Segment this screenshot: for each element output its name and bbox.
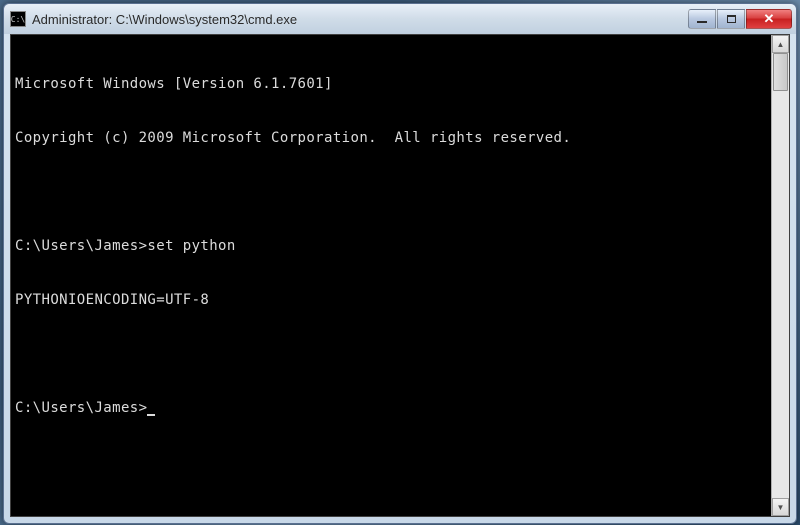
scroll-down-button[interactable]: ▼ <box>772 498 789 516</box>
cmd-icon: C:\ <box>10 11 26 27</box>
maximize-button[interactable] <box>717 9 745 29</box>
output-line: Microsoft Windows [Version 6.1.7601] <box>15 75 767 93</box>
vertical-scrollbar[interactable]: ▲ ▼ <box>771 35 789 516</box>
close-icon: ✕ <box>764 11 775 27</box>
prompt-text: C:\Users\James> <box>15 400 147 416</box>
output-line: Copyright (c) 2009 Microsoft Corporation… <box>15 129 767 147</box>
output-line <box>15 183 767 201</box>
minimize-button[interactable] <box>688 9 716 29</box>
cursor <box>147 414 155 416</box>
scroll-up-button[interactable]: ▲ <box>772 35 789 53</box>
prompt-line: C:\Users\James> <box>15 399 767 417</box>
output-line: PYTHONIOENCODING=UTF-8 <box>15 291 767 309</box>
cmd-window: C:\ Administrator: C:\Windows\system32\c… <box>3 3 797 524</box>
minimize-icon <box>697 21 707 23</box>
scroll-thumb[interactable] <box>773 53 788 91</box>
titlebar[interactable]: C:\ Administrator: C:\Windows\system32\c… <box>4 4 796 34</box>
output-line <box>15 345 767 363</box>
window-controls: ✕ <box>688 9 792 29</box>
scroll-track[interactable] <box>772 53 789 498</box>
prompt-line: C:\Users\James>set python <box>15 237 767 255</box>
terminal-output[interactable]: Microsoft Windows [Version 6.1.7601] Cop… <box>11 35 771 516</box>
client-area: Microsoft Windows [Version 6.1.7601] Cop… <box>10 34 790 517</box>
maximize-icon <box>727 15 736 23</box>
window-title: Administrator: C:\Windows\system32\cmd.e… <box>32 12 688 27</box>
close-button[interactable]: ✕ <box>746 9 792 29</box>
